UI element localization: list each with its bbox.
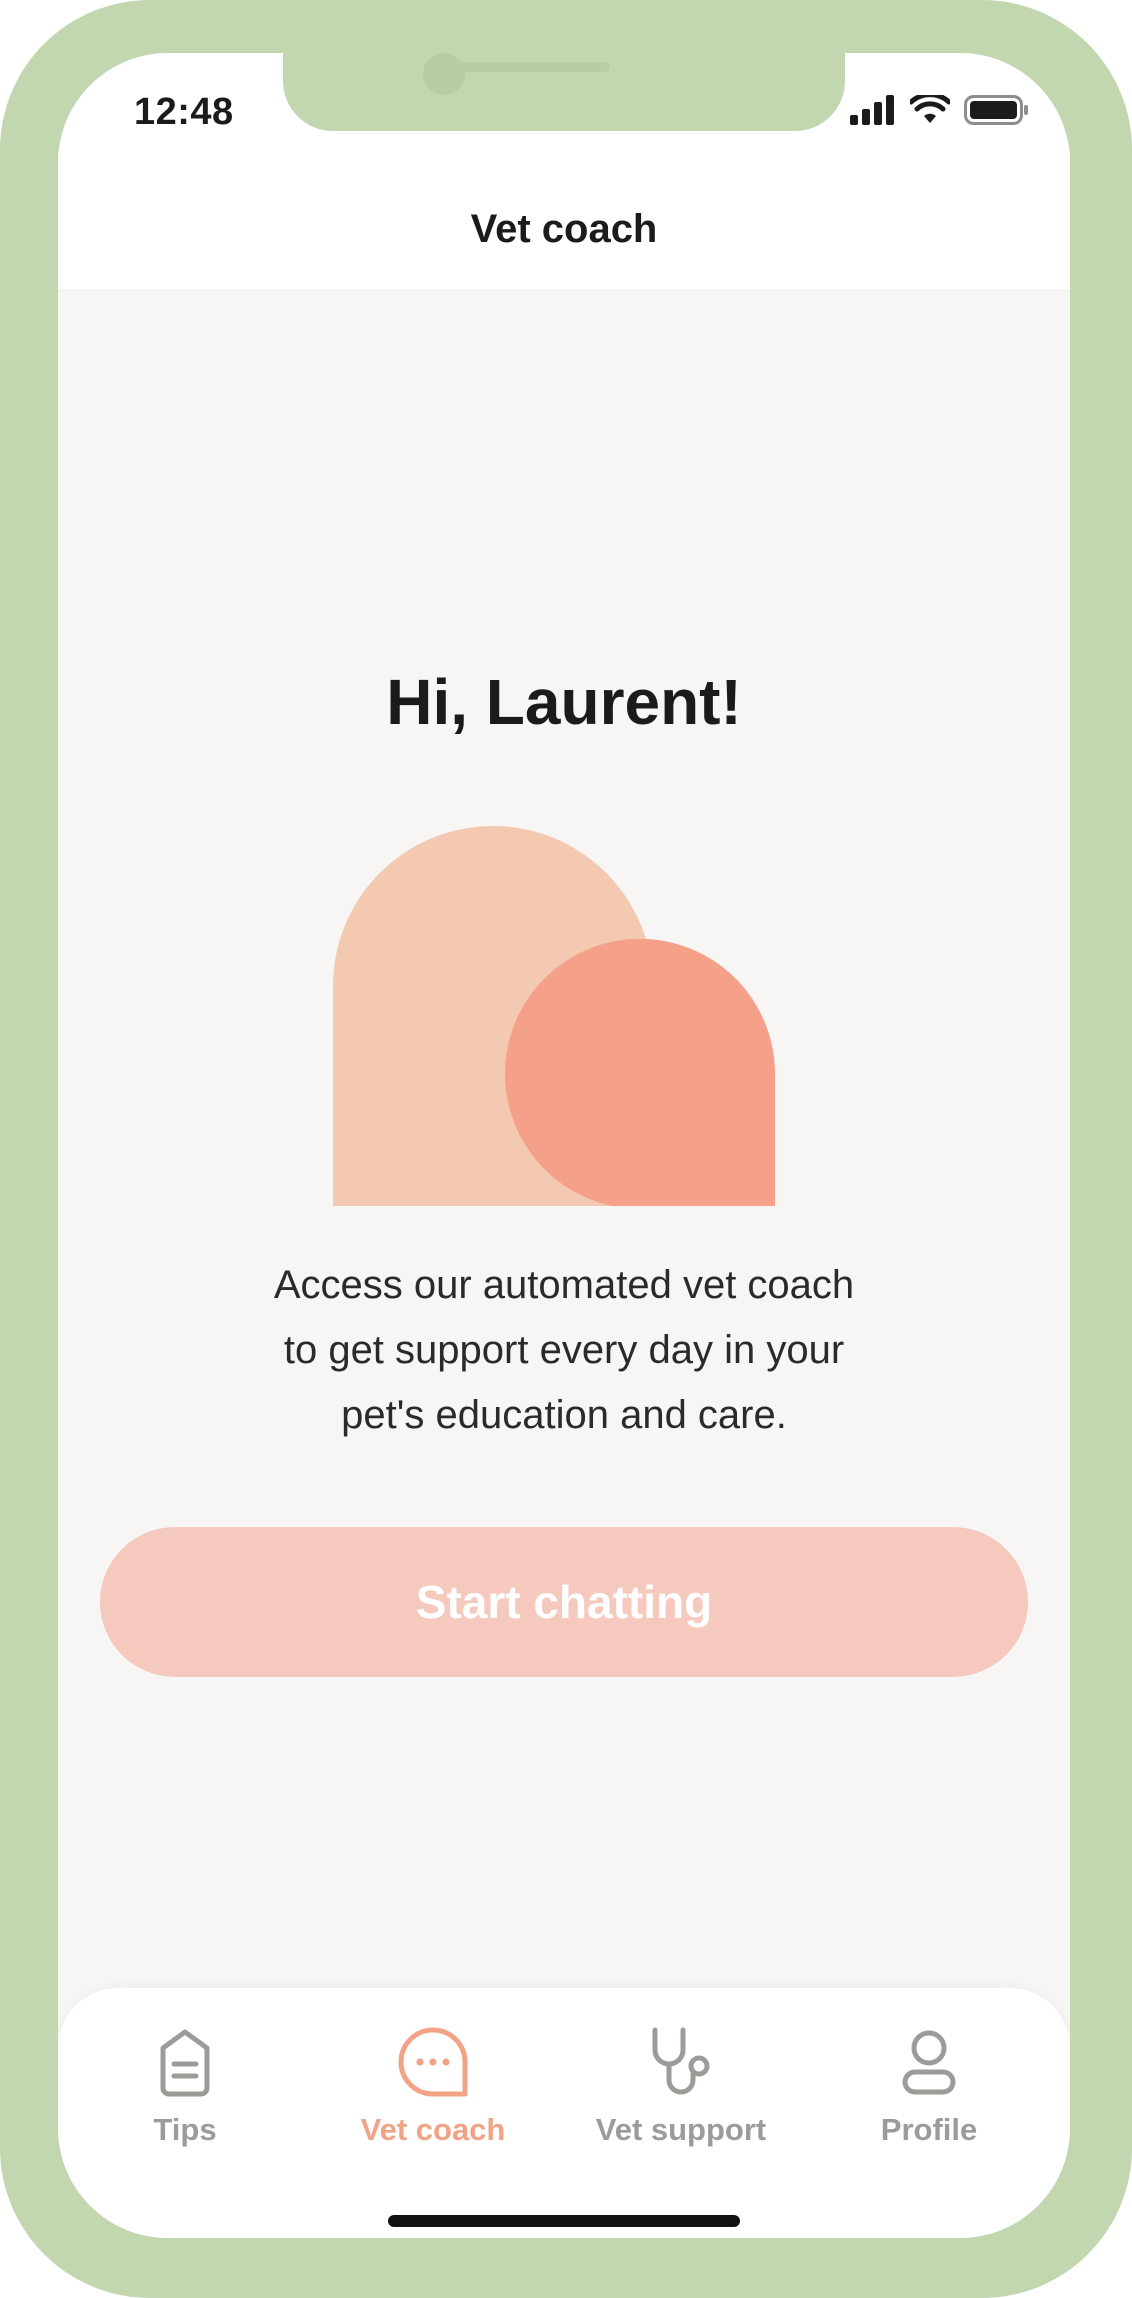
app-screen: 12:48 Vet coach Hi, Laurent! Access our … — [58, 53, 1070, 2238]
tab-label: Profile — [880, 2112, 978, 2147]
tab-label: Vet coach — [360, 2112, 506, 2147]
tab-profile[interactable]: Profile — [806, 2024, 1052, 2148]
cellular-signal-icon — [850, 95, 894, 125]
profile-icon — [902, 2030, 956, 2095]
tab-vet-coach[interactable]: Vet coach — [310, 2024, 556, 2148]
bottom-tab-bar: Tips Vet coach Vet support Profile — [58, 1988, 1070, 2238]
tab-label: Tips — [153, 2112, 217, 2147]
description-line: to get support every day in your — [283, 1328, 845, 1372]
tab-label: Vet support — [595, 2112, 767, 2147]
stethoscope-icon — [652, 2027, 710, 2095]
start-chatting-button[interactable]: Start chatting — [100, 1527, 1028, 1677]
tab-tips[interactable]: Tips — [62, 2024, 308, 2148]
earpiece-speaker — [446, 62, 610, 72]
tab-vet-support[interactable]: Vet support — [558, 2024, 804, 2148]
front-camera — [423, 53, 465, 95]
battery-icon — [964, 95, 1028, 125]
chat-bubble-front — [505, 938, 775, 1206]
description-line: pet's education and care. — [341, 1393, 787, 1437]
page-title: Vet coach — [470, 207, 658, 251]
status-icons — [850, 95, 1030, 125]
wifi-icon — [910, 95, 950, 123]
chat-bubble-icon — [398, 2027, 468, 2097]
phone-frame: 12:48 Vet coach Hi, Laurent! Access our … — [0, 0, 1132, 2298]
description-text: Access our automated vet coach to get su… — [214, 1253, 914, 1448]
status-time: 12:48 — [134, 91, 234, 133]
description-line: Access our automated vet coach — [273, 1263, 855, 1307]
tips-document-icon — [160, 2029, 210, 2097]
home-indicator[interactable] — [388, 2215, 740, 2227]
chat-bubbles-illustration — [333, 826, 775, 1206]
greeting-heading: Hi, Laurent! — [386, 666, 742, 738]
